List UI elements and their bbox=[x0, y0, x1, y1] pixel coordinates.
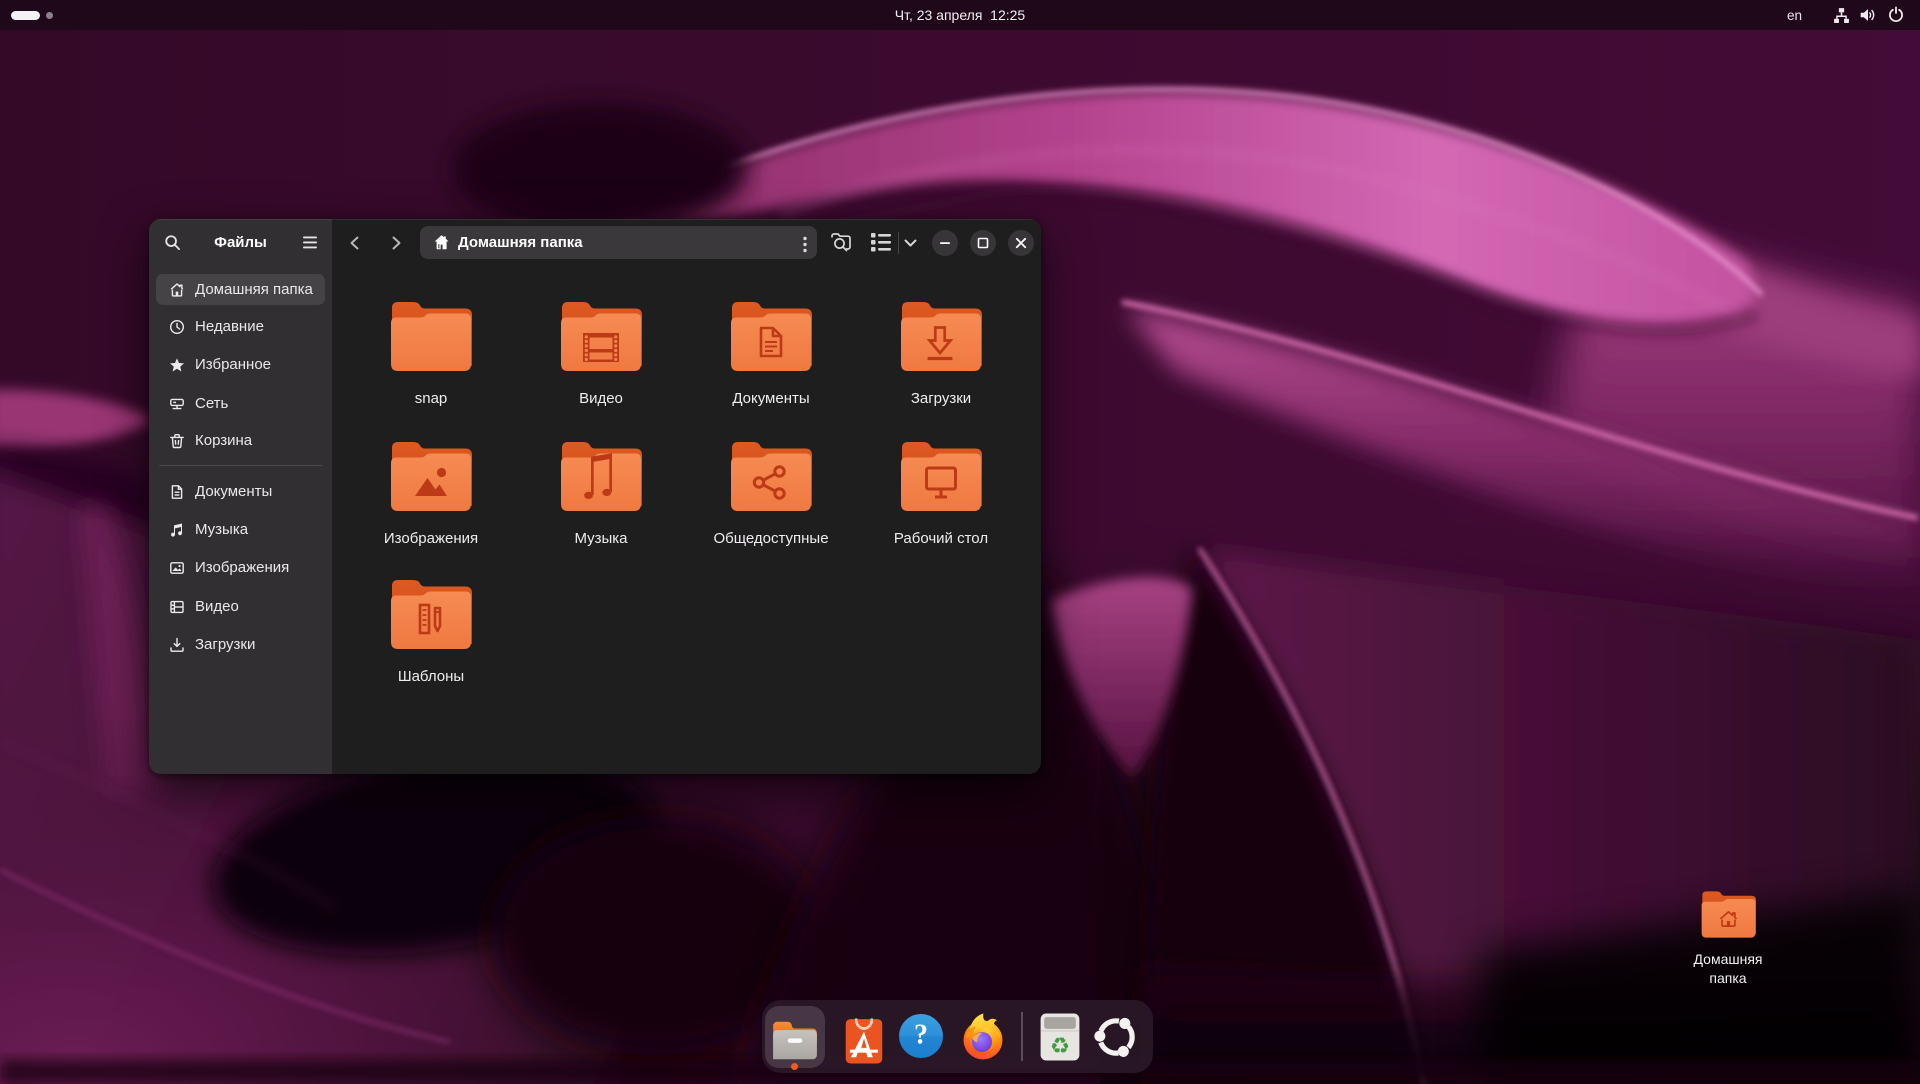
svg-text:♻: ♻ bbox=[1050, 1033, 1070, 1058]
svg-text:?: ? bbox=[914, 1020, 928, 1051]
